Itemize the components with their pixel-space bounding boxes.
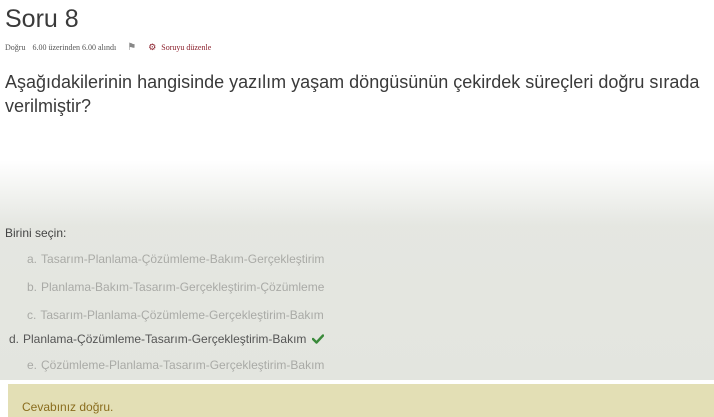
answer-option-c[interactable]: c. Tasarım-Planlama-Çözümleme-Gerçekleşt… [27,308,324,322]
question-background [0,160,714,380]
check-icon [312,334,325,344]
answer-text: Planlama-Bakım-Tasarım-Gerçekleştirim-Çö… [41,280,325,294]
feedback-text: Cevabınız doğru. [22,400,114,414]
answer-option-b[interactable]: b. Planlama-Bakım-Tasarım-Gerçekleştirim… [27,280,324,294]
question-title: Soru 8 [5,5,79,33]
answer-prompt: Birini seçin: [5,226,67,240]
answer-letter: d. [9,332,20,346]
answer-letter: a. [27,252,38,266]
question-status: Doğru [5,43,26,52]
answer-letter: c. [27,308,37,322]
answer-option-d[interactable]: d. Planlama-Çözümleme-Tasarım-Gerçekleşt… [9,332,325,346]
feedback-panel: Cevabınız doğru. [8,384,714,417]
answer-text: Çözümleme-Planlama-Tasarım-Gerçekleştiri… [41,358,325,372]
question-grade: 6.00 üzerinden 6.00 alındı [32,43,117,52]
question-header: Soru 8 [5,4,79,34]
answer-text: Tasarım-Planlama-Çözümleme-Gerçekleştiri… [40,308,324,322]
flag-icon[interactable]: ⚑ [127,42,136,53]
question-info: Doğru 6.00 üzerinden 6.00 alındı ⚑ ⚙ Sor… [5,42,211,53]
question-text: Aşağıdakilerinin hangisinde yazılım yaşa… [5,72,700,116]
answer-option-a[interactable]: a. Tasarım-Planlama-Çözümleme-Bakım-Gerç… [27,252,324,266]
answer-option-e[interactable]: e. Çözümleme-Planlama-Tasarım-Gerçekleşt… [27,358,324,372]
gear-icon: ⚙ [148,42,157,52]
answer-text: Planlama-Çözümleme-Tasarım-Gerçekleştiri… [23,332,307,346]
edit-question-link[interactable]: Soruyu düzenle [161,43,211,52]
answer-letter: e. [27,358,38,372]
answer-text: Tasarım-Planlama-Çözümleme-Bakım-Gerçekl… [41,252,325,266]
answer-letter: b. [27,280,38,294]
